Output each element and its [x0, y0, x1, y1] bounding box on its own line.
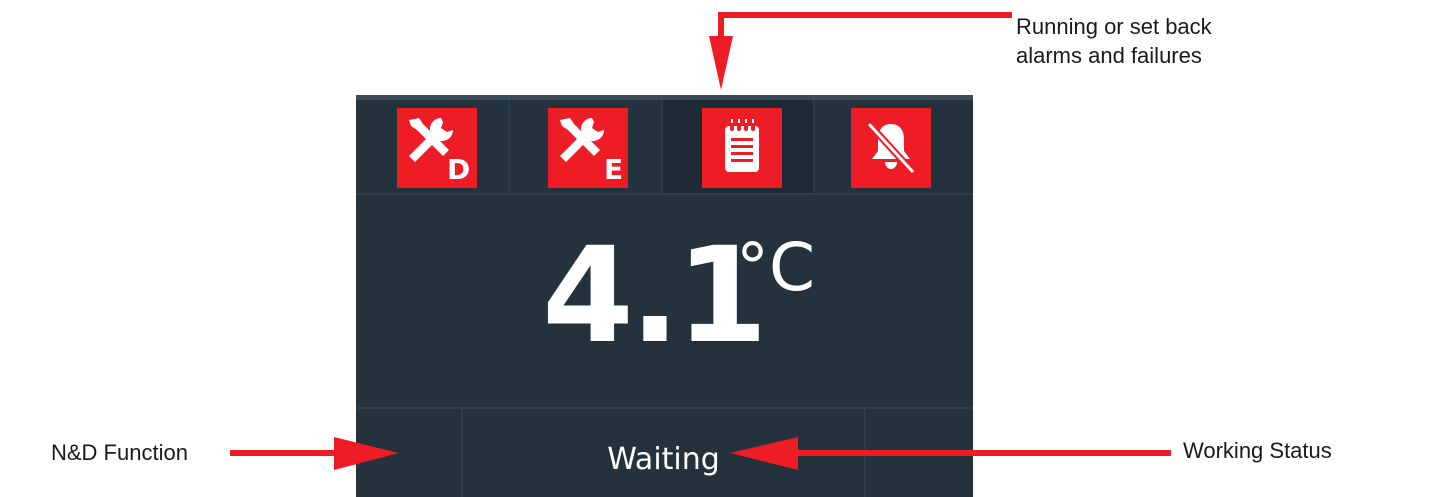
nd-function-arrow — [230, 437, 399, 470]
working-status-arrow — [730, 437, 1171, 470]
callout-arrows — [230, 12, 1171, 470]
alarms-arrow — [709, 12, 1012, 90]
